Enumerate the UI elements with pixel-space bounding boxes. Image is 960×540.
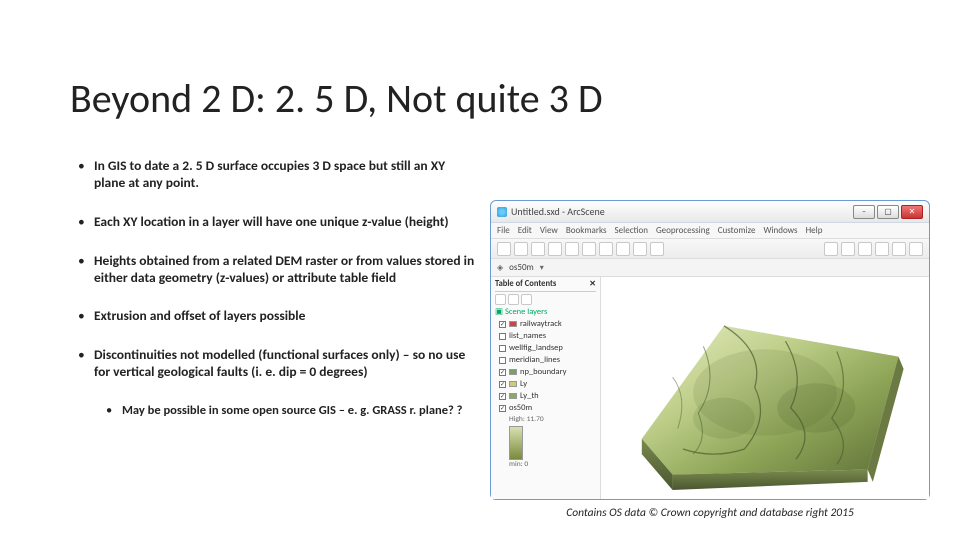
menu-item[interactable]: Geoprocessing (656, 225, 710, 236)
layer-swatch (509, 321, 517, 327)
sub-bullet-item: May be possible in some open source GIS … (106, 403, 478, 419)
bullet-item: Heights obtained from a related DEM rast… (78, 253, 478, 287)
checkbox-icon[interactable] (499, 321, 506, 328)
tool-button[interactable] (892, 242, 906, 256)
checkbox-icon[interactable] (499, 369, 506, 376)
minimize-button[interactable]: – (853, 205, 875, 219)
app-icon (497, 207, 507, 217)
layer-swatch (509, 369, 517, 375)
checkbox-icon[interactable] (499, 393, 506, 400)
bullet-item: In GIS to date a 2. 5 D surface occupies… (78, 158, 478, 192)
chevron-down-icon: ▾ (540, 263, 544, 273)
tool-button[interactable] (599, 242, 613, 256)
window-titlebar: Untitled.sxd - ArcScene – ▢ ✕ (491, 201, 929, 223)
tool-button[interactable] (531, 242, 545, 256)
toc-raster[interactable]: os50m (499, 403, 596, 413)
scene-viewport[interactable] (601, 277, 929, 499)
toc-layer[interactable]: Ly (499, 379, 596, 389)
tool-button[interactable] (633, 242, 647, 256)
tool-button[interactable] (616, 242, 630, 256)
figure-caption: Contains OS data © Crown copyright and d… (490, 506, 930, 520)
color-ramp (509, 426, 523, 460)
tool-button[interactable] (875, 242, 889, 256)
bullet-item: Each XY location in a layer will have on… (78, 214, 478, 231)
toc-group: ▣ Scene layers (495, 307, 596, 317)
checkbox-icon[interactable] (499, 345, 506, 352)
tool-button[interactable] (909, 242, 923, 256)
menu-item[interactable]: Bookmarks (566, 225, 607, 236)
menu-item[interactable]: Windows (763, 225, 797, 236)
toc-pin-icon[interactable]: ✕ (589, 279, 596, 289)
bullet-list: In GIS to date a 2. 5 D surface occupies… (78, 158, 478, 419)
toc-layer[interactable]: meridian_lines (499, 355, 596, 365)
toc-view-button[interactable] (508, 294, 519, 305)
table-of-contents: Table of Contents ✕ ▣ Scene layers railw… (491, 277, 601, 499)
tool-button[interactable] (824, 242, 838, 256)
checkbox-icon[interactable] (499, 405, 506, 412)
bullet-item: Extrusion and offset of layers possible (78, 308, 478, 325)
toc-layer[interactable]: Ly_th (499, 391, 596, 401)
slide-title: Beyond 2 D: 2. 5 D, Not quite 3 D (70, 74, 603, 123)
tool-button[interactable] (650, 242, 664, 256)
checkbox-icon[interactable] (499, 333, 506, 340)
toc-title: Table of Contents (495, 279, 556, 289)
menu-item[interactable]: Customize (718, 225, 756, 236)
toc-layer[interactable]: list_names (499, 331, 596, 341)
maximize-button[interactable]: ▢ (877, 205, 899, 219)
tool-button[interactable] (548, 242, 562, 256)
menu-item[interactable]: File (497, 225, 510, 236)
menu-item[interactable]: Selection (615, 225, 648, 236)
chevron-icon: ◈ (497, 263, 503, 273)
toc-layer[interactable]: np_boundary (499, 367, 596, 377)
layer-swatch (509, 393, 517, 399)
terrain-3d (611, 295, 919, 500)
menu-item[interactable]: Edit (518, 225, 532, 236)
tool-button[interactable] (841, 242, 855, 256)
layer-swatch (509, 381, 517, 387)
menu-item[interactable]: View (540, 225, 558, 236)
tool-button[interactable] (858, 242, 872, 256)
tool-button[interactable] (582, 242, 596, 256)
layer-select[interactable]: os50m (509, 262, 534, 273)
checkbox-icon[interactable] (499, 357, 506, 364)
tool-button[interactable] (514, 242, 528, 256)
menu-item[interactable]: Help (806, 225, 823, 236)
raster-low: min: 0 (509, 460, 596, 469)
toc-view-button[interactable] (495, 294, 506, 305)
raster-high: High: 11.70 (509, 415, 596, 424)
toolbar (491, 239, 929, 259)
toc-layer[interactable]: wellfig_landsep (499, 343, 596, 353)
menu-bar: File Edit View Bookmarks Selection Geopr… (491, 223, 929, 239)
tool-button[interactable] (497, 242, 511, 256)
bullet-item: Discontinuities not modelled (functional… (78, 347, 478, 381)
checkbox-icon[interactable] (499, 381, 506, 388)
toc-view-button[interactable] (521, 294, 532, 305)
window-title: Untitled.sxd - ArcScene (511, 205, 605, 218)
toc-layer[interactable]: railwaytrack (499, 319, 596, 329)
close-button[interactable]: ✕ (901, 205, 923, 219)
tool-button[interactable] (565, 242, 579, 256)
arcscene-window: Untitled.sxd - ArcScene – ▢ ✕ File Edit … (490, 200, 930, 500)
layer-selector-bar: ◈ os50m ▾ (491, 259, 929, 277)
